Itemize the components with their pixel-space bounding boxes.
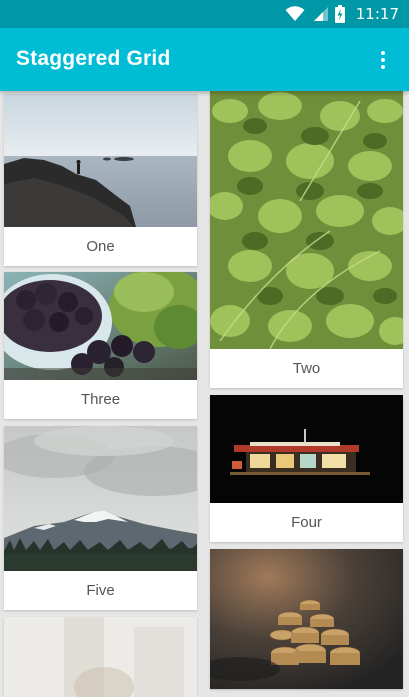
wifi-icon bbox=[285, 6, 305, 22]
card-label: Two bbox=[292, 360, 321, 377]
grid-card-five[interactable]: Five bbox=[4, 426, 197, 610]
photo-gas-station bbox=[210, 395, 403, 503]
app-title: Staggered Grid bbox=[16, 47, 171, 70]
photo-blurred-interior bbox=[4, 617, 197, 697]
photo-rocky-coast bbox=[4, 94, 197, 227]
photo-coins bbox=[210, 549, 403, 689]
grid-card-one[interactable]: One bbox=[4, 94, 197, 266]
status-time: 11:17 bbox=[355, 5, 399, 23]
overflow-menu-icon bbox=[381, 51, 385, 55]
grid-card-three[interactable]: Three bbox=[4, 272, 197, 419]
photo-mountain bbox=[4, 426, 197, 571]
app-bar: Staggered Grid bbox=[0, 28, 409, 91]
signal-icon bbox=[312, 6, 328, 22]
status-bar: 11:17 bbox=[0, 0, 409, 28]
photo-cilantro bbox=[210, 91, 403, 349]
card-label: One bbox=[86, 238, 115, 255]
photo-blackberries bbox=[4, 272, 197, 380]
battery-charging-icon bbox=[334, 5, 345, 23]
card-label: Three bbox=[80, 391, 121, 408]
overflow-menu-button[interactable] bbox=[371, 48, 395, 72]
grid-card-two[interactable]: Two bbox=[210, 91, 403, 388]
grid-card-four[interactable]: Four bbox=[210, 395, 403, 542]
grid-card-seven[interactable] bbox=[210, 549, 403, 689]
grid-card-six[interactable] bbox=[4, 617, 197, 697]
card-label: Four bbox=[291, 514, 322, 531]
status-icons: 11:17 bbox=[285, 4, 399, 24]
card-label: Five bbox=[86, 582, 115, 599]
